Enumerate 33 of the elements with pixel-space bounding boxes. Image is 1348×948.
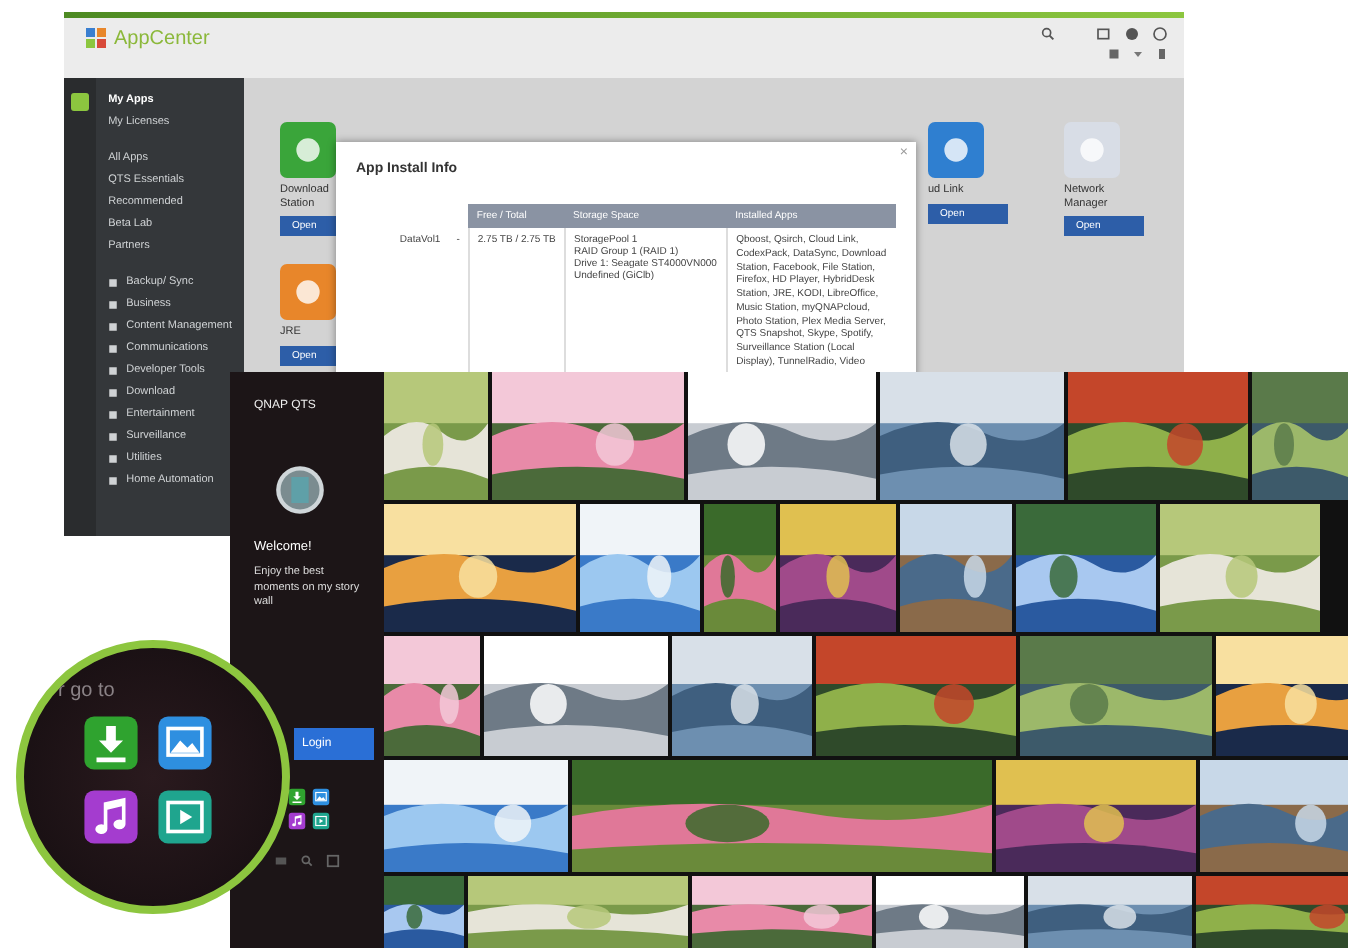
category-icon [108, 299, 119, 309]
clock-icon[interactable] [1152, 26, 1168, 42]
category-icon [108, 343, 119, 353]
image-icon[interactable] [312, 788, 330, 807]
app-icon[interactable] [928, 122, 984, 178]
search-icon[interactable] [300, 854, 314, 869]
category-icon [108, 387, 119, 397]
category-icon [108, 277, 119, 287]
download-icon[interactable] [82, 714, 140, 772]
app-icon[interactable] [280, 264, 336, 321]
caret-icon[interactable] [1132, 48, 1144, 60]
download-icon[interactable] [288, 788, 306, 807]
square-icon[interactable] [326, 854, 340, 869]
category-icon [108, 409, 119, 419]
music-note-icon[interactable] [288, 812, 306, 831]
image-icon[interactable] [156, 714, 214, 772]
avatar-icon [274, 464, 326, 516]
app-icon[interactable] [280, 122, 336, 178]
grid-icon[interactable] [1108, 48, 1120, 60]
category-icon [108, 475, 119, 485]
video-icon[interactable] [312, 812, 330, 831]
window-icon[interactable] [1096, 26, 1112, 42]
music-note-icon[interactable] [82, 788, 140, 846]
app-title: AppCenter [114, 27, 210, 49]
category-icon [108, 453, 119, 463]
apps-icon[interactable] [68, 90, 93, 114]
category-icon [108, 431, 119, 441]
category-icon [108, 321, 119, 331]
search-icon[interactable] [1040, 26, 1056, 42]
gear-icon[interactable] [1124, 26, 1140, 42]
category-icon [108, 365, 119, 375]
app-logo-icon [84, 26, 108, 50]
video-icon[interactable] [156, 788, 214, 846]
